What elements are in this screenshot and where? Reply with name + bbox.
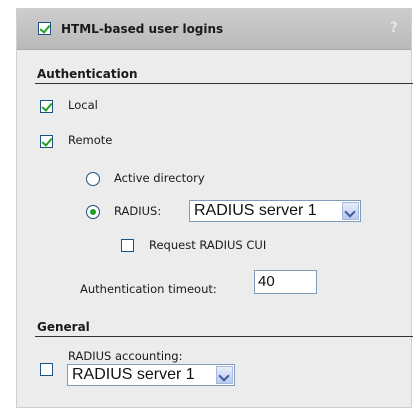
html-logins-checkbox[interactable] [38, 22, 51, 35]
help-icon[interactable]: ? [390, 20, 398, 36]
local-label: Local [68, 98, 98, 112]
timeout-input[interactable]: 40 [254, 270, 317, 294]
radius-accounting-checkbox[interactable] [40, 363, 53, 376]
request-cui-label: Request RADIUS CUI [149, 238, 267, 252]
remote-label: Remote [68, 133, 113, 147]
radius-accounting-label: RADIUS accounting: [68, 349, 183, 363]
radius-radio[interactable] [86, 205, 100, 219]
panel-header: HTML-based user logins ? [17, 9, 411, 50]
accounting-server-value: RADIUS server 1 [72, 366, 195, 383]
timeout-label: Authentication timeout: [80, 282, 217, 296]
chevron-down-icon[interactable] [342, 202, 359, 220]
radius-server-value: RADIUS server 1 [194, 202, 317, 219]
settings-panel: HTML-based user logins ? Authentication … [16, 8, 413, 408]
authentication-title: Authentication [37, 67, 138, 81]
active-directory-radio[interactable] [86, 172, 100, 186]
general-divider [35, 336, 413, 337]
request-cui-checkbox[interactable] [121, 239, 134, 252]
radius-label: RADIUS: [114, 204, 162, 218]
remote-checkbox[interactable] [40, 135, 53, 148]
panel-title: HTML-based user logins [61, 22, 224, 36]
chevron-down-icon[interactable] [216, 366, 233, 384]
general-title: General [37, 320, 90, 334]
active-directory-label: Active directory [114, 171, 205, 185]
local-checkbox[interactable] [40, 100, 53, 113]
radius-server-select[interactable]: RADIUS server 1 [189, 200, 361, 222]
authentication-divider [35, 83, 413, 84]
accounting-server-select[interactable]: RADIUS server 1 [67, 364, 235, 386]
